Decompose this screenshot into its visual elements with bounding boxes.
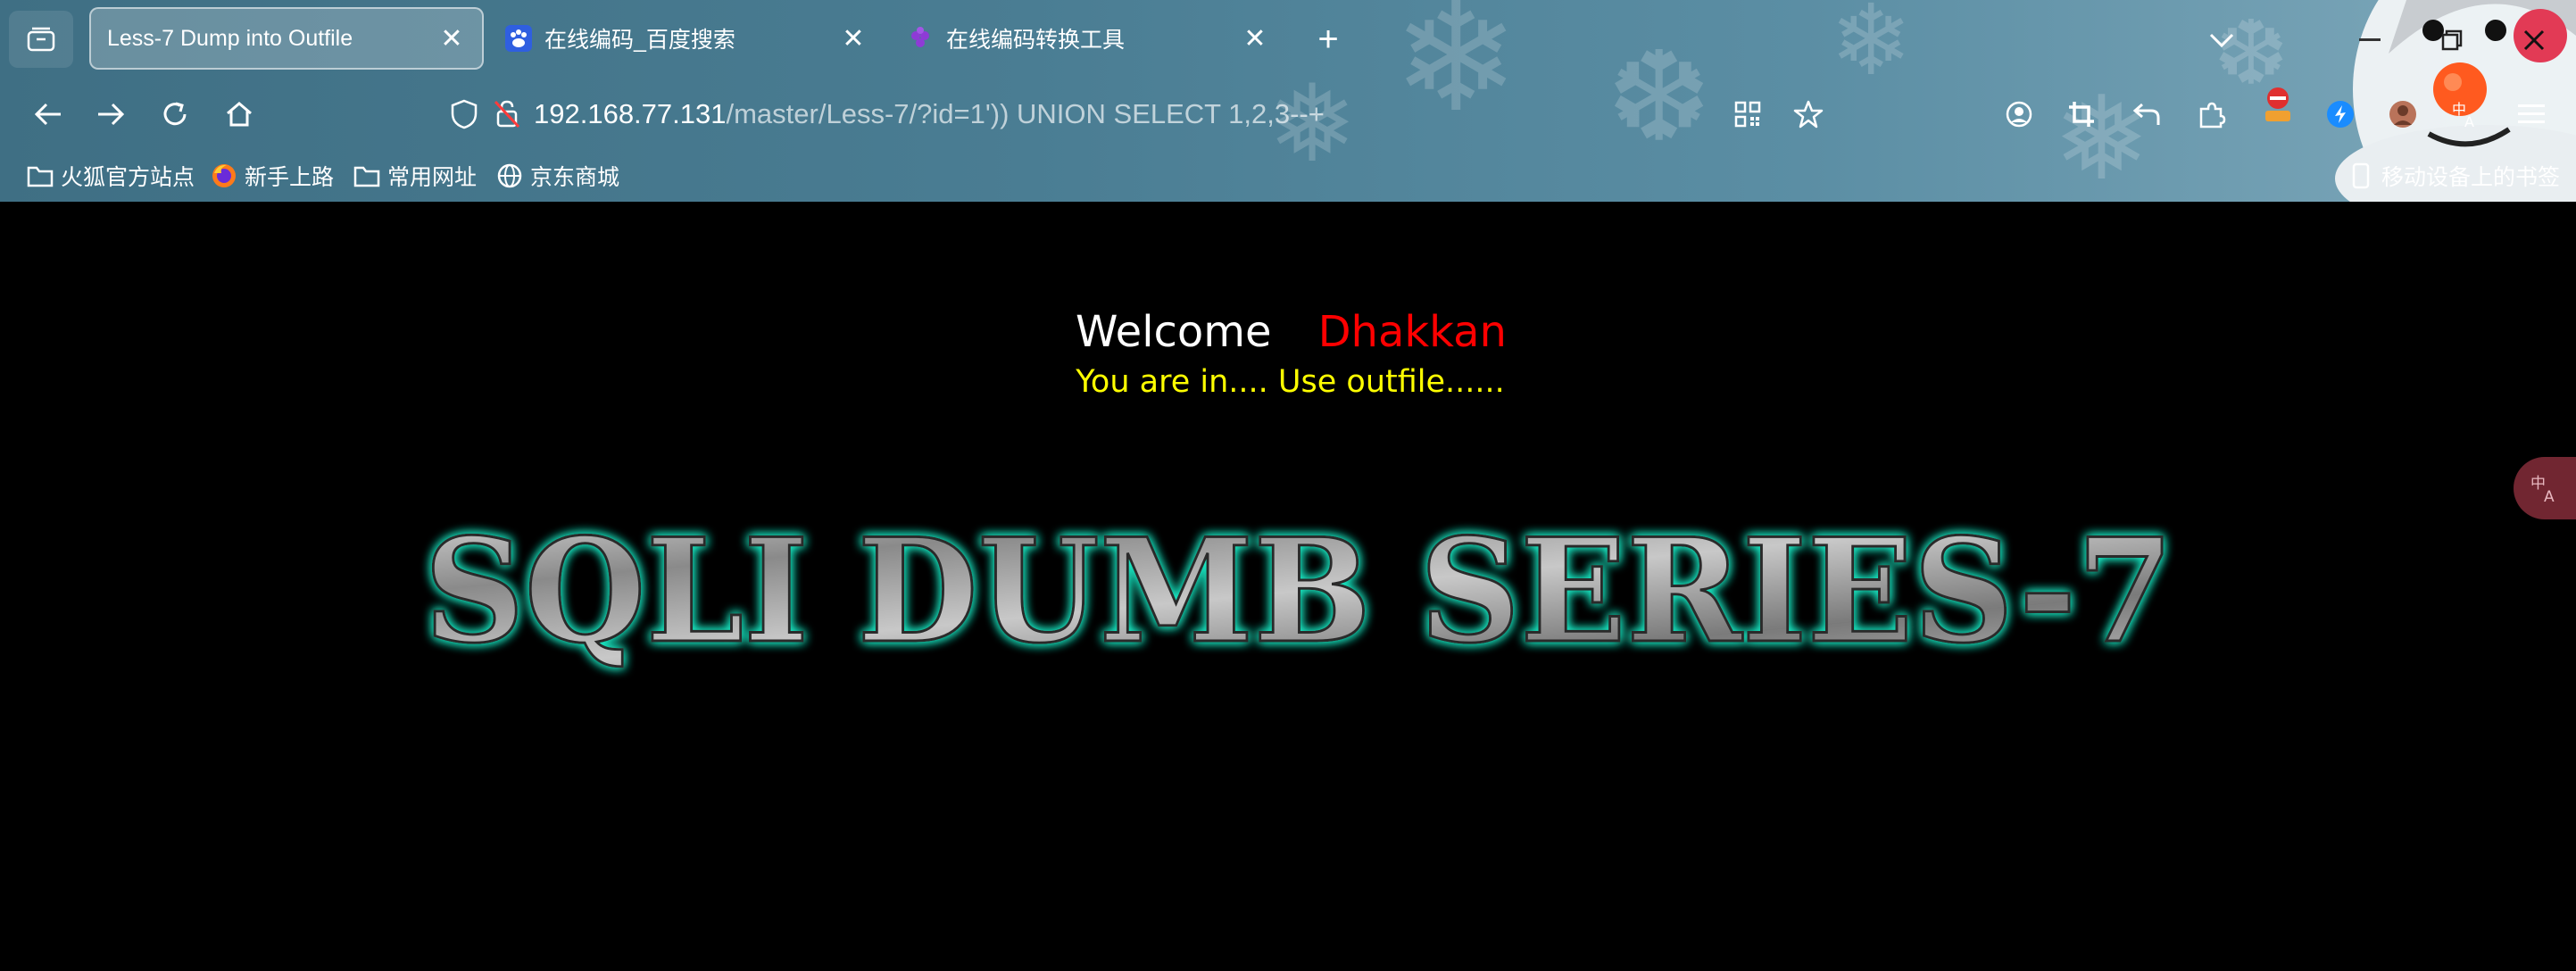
forward-button[interactable]: [87, 91, 134, 137]
bookmark-label: 新手上路: [245, 165, 335, 190]
tab-baidu-search[interactable]: 在线编码_百度搜索 ✕: [489, 7, 884, 70]
folder-icon: [353, 162, 380, 189]
translate-icon: 中A: [2530, 475, 2555, 503]
grape-icon: [907, 25, 934, 52]
undo-button[interactable]: [2123, 91, 2169, 137]
bookmarks-toolbar: 火狐官方站点 新手上路 常用网址 京东商城 移动设备上的书签: [0, 154, 2576, 198]
close-icon[interactable]: ✕: [437, 24, 466, 54]
bookmark-label: 常用网址: [387, 165, 478, 190]
tab-strip: Less-7 Dump into Outfile ✕ 在线编码_百度搜索 ✕ 在…: [0, 0, 2576, 79]
bookmark-common-sites[interactable]: 常用网址: [353, 159, 477, 193]
extension-blue-icon: [2327, 101, 2354, 128]
list-all-tabs-chevron-icon[interactable]: [2199, 18, 2244, 62]
crop-icon: [2069, 102, 2094, 127]
insecure-lock-icon[interactable]: [486, 93, 528, 136]
tab-less-7[interactable]: Less-7 Dump into Outfile ✕: [89, 7, 484, 70]
new-tab-button[interactable]: +: [1309, 20, 1348, 59]
welcome-text: Welcome: [1076, 307, 1272, 357]
translate-icon: 中A: [2452, 101, 2474, 129]
bookmark-star-button[interactable]: [1785, 91, 1832, 137]
tab-title: 在线编码转换工具: [946, 28, 1126, 53]
svg-text:A: A: [2544, 488, 2555, 503]
globe-icon: [496, 162, 523, 189]
reload-button[interactable]: [152, 91, 198, 137]
back-arrow-icon: [34, 103, 61, 126]
forward-arrow-icon: [98, 103, 125, 126]
hamburger-menu-icon: [2518, 104, 2545, 123]
qr-code-button[interactable]: [1724, 91, 1771, 137]
screenshot-crop-button[interactable]: [2058, 91, 2105, 137]
url-path: /master/Less-7/?id=1')) UNION SELECT 1,2…: [726, 98, 1325, 129]
restore-button[interactable]: [2430, 18, 2474, 62]
extension-avatar-button[interactable]: [2380, 91, 2426, 137]
url-host: 192.168.77.131: [534, 98, 727, 129]
sqli-dumb-series-banner: SQLI DUMB SERIES-7: [423, 506, 2175, 676]
url-text[interactable]: 192.168.77.131/master/Less-7/?id=1')) UN…: [534, 98, 1325, 130]
extension-blue-button[interactable]: [2317, 91, 2364, 137]
home-icon: [227, 102, 252, 127]
tab-list-button[interactable]: [9, 11, 73, 68]
user-name: Dhakkan: [1317, 307, 1507, 357]
account-icon: [2006, 101, 2032, 128]
qr-code-icon: [1734, 101, 1761, 128]
close-window-button[interactable]: [2512, 18, 2556, 62]
mobile-bookmarks[interactable]: 移动设备上的书签: [2347, 159, 2560, 193]
bookmark-getting-started[interactable]: 新手上路: [211, 159, 334, 193]
page-content: Welcome Dhakkan You are in.... Use outfil…: [4, 202, 2576, 971]
extension-avatar-icon: [2389, 101, 2416, 128]
star-icon: [1793, 100, 1824, 129]
translate-button[interactable]: 中A: [2442, 91, 2489, 137]
app-menu-button[interactable]: [2508, 91, 2555, 137]
navigation-toolbar: 192.168.77.131/master/Less-7/?id=1')) UN…: [0, 79, 2576, 150]
tab-list-icon: [27, 27, 55, 52]
account-button[interactable]: [1996, 91, 2042, 137]
close-icon[interactable]: ✕: [839, 24, 868, 54]
puzzle-piece-icon: [2199, 102, 2226, 129]
tracking-protection-shield-icon[interactable]: [443, 93, 486, 136]
url-bar[interactable]: 192.168.77.131/master/Less-7/?id=1')) UN…: [437, 87, 1848, 141]
adblock-extension-button[interactable]: [2255, 82, 2301, 129]
bookmark-label: 京东商城: [530, 165, 620, 190]
bookmark-firefox-official[interactable]: 火狐官方站点: [27, 159, 195, 193]
tab-encoding-tool[interactable]: 在线编码转换工具 ✕: [891, 7, 1285, 70]
svg-text:A: A: [2464, 113, 2474, 129]
extensions-button[interactable]: [2189, 91, 2235, 137]
bookmark-label: 火狐官方站点: [61, 165, 195, 190]
tab-title: Less-7 Dump into Outfile: [107, 25, 353, 51]
bookmark-jd-mall[interactable]: 京东商城: [496, 159, 619, 193]
undo-arrow-icon: [2132, 103, 2160, 125]
browser-chrome: ❄ ❅ ❆ ❄ ❅ ❆ Less-7 Dump into Outfile ✕ 在…: [0, 0, 2576, 202]
baidu-paw-icon: [505, 25, 532, 52]
minimize-button[interactable]: [2347, 18, 2392, 62]
banner-title: SQLI DUMB SERIES-7: [424, 507, 2173, 675]
reload-icon: [163, 102, 187, 126]
mobile-bookmarks-label: 移动设备上的书签: [2381, 165, 2560, 190]
close-icon[interactable]: ✕: [1241, 24, 1269, 54]
home-button[interactable]: [216, 91, 262, 137]
floating-translate-button[interactable]: 中A: [2514, 457, 2576, 519]
tab-title: 在线编码_百度搜索: [544, 28, 735, 53]
folder-icon: [27, 162, 54, 189]
status-message: You are in.... Use outfile......: [1076, 364, 1505, 400]
adblock-stop-icon: [2265, 87, 2290, 121]
back-button[interactable]: [25, 91, 71, 137]
firefox-icon: [211, 162, 237, 189]
welcome-line: Welcome Dhakkan: [4, 307, 2576, 357]
mobile-device-icon: [2347, 162, 2374, 189]
